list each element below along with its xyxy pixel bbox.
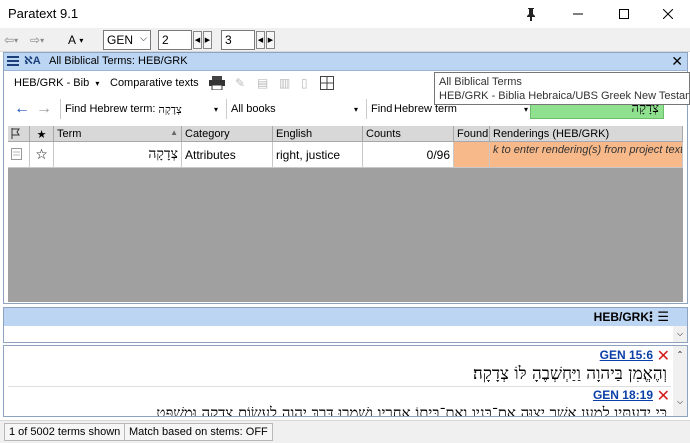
books-filter-select[interactable]: All books ▾ <box>226 99 360 119</box>
flag-icon <box>11 128 20 139</box>
pin-icon[interactable] <box>508 0 554 28</box>
back-arrow-icon[interactable]: ⇦ ▾ <box>4 30 18 50</box>
verse-text: וְהֶאֱמִן בַּיהוָה וַיַּחְשְׁבֶהָ לּוֹ צ… <box>472 364 667 384</box>
terms-grid: ★ Term ▲ Category English Counts Found Re… <box>8 126 683 302</box>
verse-input[interactable]: 3 <box>221 30 255 50</box>
print-icon[interactable] <box>209 73 225 93</box>
biblical-terms-icon: ℵA <box>24 55 41 67</box>
verse-next-button[interactable]: ▶ <box>266 31 275 49</box>
panel-close-icon[interactable]: ✕ <box>671 53 683 70</box>
chevron-down-icon[interactable]: ⌵ <box>673 397 687 407</box>
book-select[interactable]: GEN ⌵ <box>103 30 151 50</box>
chevron-down-icon: ▾ <box>213 104 218 114</box>
term-cell[interactable]: צְדָקָה <box>54 142 182 168</box>
reference-link[interactable]: GEN 18:19 <box>593 388 653 402</box>
match-mode-status: Match based on stems: OFF <box>124 423 273 441</box>
reference-link[interactable]: GEN 15:6 <box>600 348 653 362</box>
project-panel-header: HEB/GRK ⋮☰ <box>4 308 687 326</box>
document-icon[interactable]: ▤ <box>257 73 268 93</box>
back-arrow-icon[interactable]: ← <box>14 99 30 119</box>
layout-icon[interactable] <box>320 73 334 93</box>
book-value: GEN <box>107 33 134 47</box>
comparative-texts-button[interactable]: Comparative texts <box>110 73 199 93</box>
divider <box>8 386 671 387</box>
renderings-column-header[interactable]: Renderings (HEB/GRK) <box>490 126 683 142</box>
status-bar: 1 of 5002 terms shown Match based on ste… <box>0 420 690 443</box>
forward-arrow-icon[interactable]: ⇨ ▾ <box>30 30 44 50</box>
category-cell[interactable]: Attributes <box>182 142 273 168</box>
chevron-down-icon[interactable]: ⌵ <box>673 329 687 339</box>
find-hebrew-label: Find Hebrew term: <box>65 103 156 115</box>
menu-icon[interactable] <box>7 55 19 70</box>
found-column-header[interactable]: Found <box>454 126 490 142</box>
references-scrollbar[interactable]: ⌃ ⌵ <box>673 346 687 416</box>
panel-title: All Biblical Terms: HEB/GRK <box>49 55 188 67</box>
page-icon[interactable]: ▯ <box>301 73 308 93</box>
book-icon[interactable]: ▥ <box>279 73 290 93</box>
verse-text: כִּי יְדַעְתִּיו לְמַעַן אֲשֶׁר יְצַוֶּה… <box>156 404 667 417</box>
terms-shown-status: 1 of 5002 terms shown <box>4 423 126 441</box>
font-menu-button[interactable]: A ▾ <box>68 30 83 50</box>
project-select[interactable]: HEB/GRK - Bib ▾ <box>14 73 99 93</box>
category-column-header[interactable]: Category <box>182 126 273 142</box>
project-panel-title: HEB/GRK <box>593 310 649 324</box>
chapter-next-button[interactable]: ▶ <box>203 31 212 49</box>
chapter-input[interactable]: 2 <box>158 30 192 50</box>
chevron-down-icon: ▾ <box>523 104 528 114</box>
tooltip-line-1: All Biblical Terms <box>439 76 522 88</box>
chevron-down-icon: ▾ <box>353 104 358 114</box>
panel-header: ℵA All Biblical Terms: HEB/GRK ✕ <box>4 53 687 71</box>
counts-cell[interactable]: 0/96 <box>363 142 454 168</box>
find-hebrew-value: צְדָקָה <box>158 102 182 116</box>
references-panel: GEN 15:6 ✕ וְהֶאֱמִן בַּיהוָה וַיַּחְשְׁ… <box>3 345 688 417</box>
counts-column-header[interactable]: Counts <box>363 126 454 142</box>
sort-up-icon: ▲ <box>170 128 178 137</box>
maximize-icon[interactable] <box>601 0 647 28</box>
remove-icon[interactable]: ✕ <box>657 386 670 406</box>
chevron-up-icon[interactable]: ⌃ <box>673 350 687 359</box>
project-panel-scrollbar[interactable]: ⌵ <box>673 326 687 342</box>
forward-arrow-icon[interactable]: → <box>36 99 52 119</box>
tooltip: All Biblical Terms HEB/GRK - Biblia Hebr… <box>434 72 690 105</box>
term-column-header[interactable]: Term ▲ <box>54 126 182 142</box>
find-label: Find <box>366 99 392 119</box>
main-toolbar: ⇦ ▾ ⇨ ▾ A ▾ GEN ⌵ 2 ◀ ▶ 3 ◀ ▶ <box>0 28 690 52</box>
chevron-down-icon: ⌵ <box>140 33 147 43</box>
window-title: Paratext 9.1 <box>8 6 79 21</box>
english-column-header[interactable]: English <box>273 126 363 142</box>
find-hebrew-term-select[interactable]: Find Hebrew term: צְדָקָה ▾ <box>60 99 220 119</box>
star-icon[interactable]: ☆ <box>30 142 54 168</box>
title-bar: Paratext 9.1 <box>0 0 690 28</box>
remove-icon[interactable]: ✕ <box>657 346 670 366</box>
minimize-icon[interactable] <box>555 0 601 28</box>
chapter-prev-button[interactable]: ◀ <box>193 31 202 49</box>
found-cell[interactable] <box>454 142 490 168</box>
close-icon[interactable] <box>645 0 690 28</box>
filter-icon[interactable]: ⋮☰ <box>644 309 669 325</box>
verse-prev-button[interactable]: ◀ <box>256 31 265 49</box>
note-icon[interactable] <box>8 142 30 168</box>
edit-icon[interactable]: ✎ <box>235 73 245 93</box>
star-column-header[interactable]: ★ <box>30 126 54 142</box>
tooltip-line-2: HEB/GRK - Biblia Hebraica/UBS Greek New … <box>439 90 690 102</box>
english-cell[interactable]: right, justice <box>273 142 363 168</box>
renderings-cell[interactable]: k to enter rendering(s) from project tex… <box>490 142 683 168</box>
flag-column-header[interactable] <box>8 126 30 142</box>
